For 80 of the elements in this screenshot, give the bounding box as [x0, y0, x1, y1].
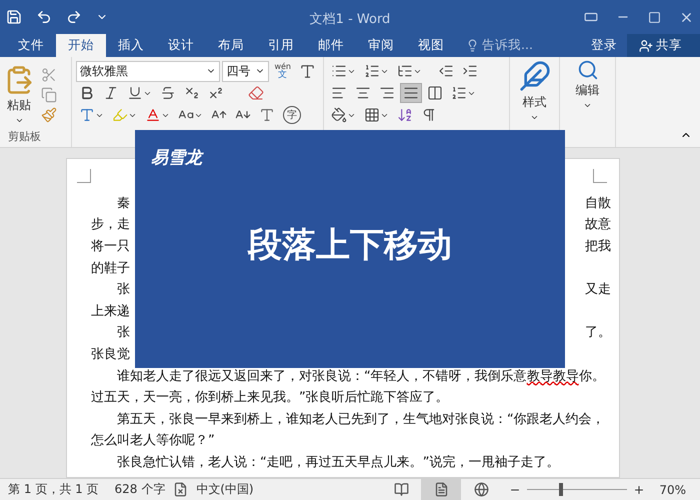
- body-text-fragment: 自散: [585, 194, 611, 212]
- borders-icon: [364, 107, 380, 124]
- share-button[interactable]: 共享: [627, 34, 700, 58]
- body-text-fragment: 故意: [585, 216, 611, 234]
- margin-corner-mark: [593, 169, 607, 183]
- cut-icon: [41, 67, 57, 84]
- body-text-fragment: 了。: [585, 324, 611, 342]
- body-text-line: 张: [116, 324, 130, 342]
- view-icon: [434, 482, 449, 497]
- zoom-level[interactable]: 70%: [645, 482, 700, 496]
- editing-button[interactable]: 编辑: [564, 60, 611, 110]
- maximize-icon[interactable]: [648, 10, 661, 24]
- ribbon-tab[interactable]: 邮件: [306, 34, 356, 58]
- styles-button[interactable]: 样式: [514, 60, 555, 122]
- body-text: 谁知老人走了很远又返回来了，对张良说：“年轻人，不错呀，我倒乐意: [117, 368, 527, 384]
- phonetic-guide-button[interactable]: wén 文: [271, 61, 294, 82]
- underline-icon: [127, 85, 143, 102]
- body-text-line: 步，走: [91, 216, 130, 234]
- line-spacing-icon: [451, 85, 467, 102]
- alignment-icon: [427, 85, 443, 102]
- body-text-line: 张: [116, 281, 130, 298]
- view-icon: [394, 482, 409, 497]
- body-text-line: 张良急忙认错，老人说：“走吧，再过五天早点儿来。”说完，一甩袖子走了。: [116, 454, 560, 471]
- zoom-thumb[interactable]: [559, 483, 564, 496]
- brand-logo: 易雪龙: [151, 147, 202, 169]
- sign-in-link[interactable]: 登录: [581, 34, 627, 58]
- word-count[interactable]: 628 个字: [106, 481, 174, 498]
- body-text-line: 上来递: [91, 302, 130, 320]
- font-size-field[interactable]: 四号: [222, 60, 270, 82]
- search-icon: [576, 59, 598, 82]
- margin-corner-mark: [77, 169, 91, 183]
- ribbon-tab[interactable]: 布局: [206, 34, 256, 58]
- save-icon[interactable]: [6, 9, 22, 26]
- font-color-icon: [145, 107, 161, 124]
- tell-me-field[interactable]: 告诉我...: [456, 34, 543, 58]
- paste-button[interactable]: 粘贴: [4, 65, 34, 126]
- lightbulb-icon: [466, 39, 479, 52]
- body-text-line: 怎么叫老人等你呢？”: [91, 432, 215, 450]
- sort-icon: [397, 107, 413, 124]
- redo-icon[interactable]: [66, 9, 82, 26]
- highlighter-icon: [112, 107, 128, 124]
- body-text-fragment: 把我: [585, 238, 611, 255]
- body-text-fragment: 又走: [585, 281, 611, 298]
- ribbon-tab[interactable]: 插入: [106, 34, 156, 58]
- page-count[interactable]: 第 1 页，共 1 页: [0, 481, 107, 498]
- font-name-field[interactable]: 微软雅黑: [76, 60, 220, 82]
- strikethrough-icon: [160, 85, 176, 102]
- body-text-line: 将一只: [91, 238, 130, 255]
- view-button[interactable]: [421, 479, 462, 500]
- body-text-line: 张良觉: [91, 346, 130, 363]
- body-text-line: 过五天，天一亮，你到桥上来见我。”张良听后忙跪下答应了。: [91, 389, 449, 406]
- ribbon-tab[interactable]: 视图: [406, 34, 456, 58]
- italic-icon: [103, 85, 119, 102]
- ribbon-tab[interactable]: 审阅: [356, 34, 406, 58]
- ribbon-tab[interactable]: 开始: [56, 34, 106, 58]
- card-heading: 段落上下移动: [248, 224, 452, 267]
- view-icon: [474, 482, 489, 497]
- clear-formatting-icon: [248, 85, 264, 102]
- zoom-in-icon[interactable]: [633, 484, 646, 496]
- body-text-line: 第五天，张良一早来到桥上，谁知老人已先到了，生气地对张良说：“你跟老人约会，: [116, 410, 605, 428]
- bold-icon: [79, 85, 95, 102]
- alignment-button[interactable]: [400, 83, 422, 104]
- body-text-line: 秦: [116, 194, 130, 212]
- ribbon-tab[interactable]: 引用: [256, 34, 306, 58]
- misspelled-text: 教导教导: [526, 368, 579, 384]
- body-text-line: 的鞋子: [91, 260, 130, 277]
- person-add-icon: [639, 38, 653, 53]
- body-text: 你。: [578, 368, 605, 384]
- format-painter-icon: [41, 107, 57, 124]
- ribbon-tab[interactable]: 文件: [6, 34, 56, 58]
- proofing-icon[interactable]: [173, 482, 188, 497]
- language-label[interactable]: 中文(中国): [188, 481, 262, 498]
- shading-icon: [331, 107, 347, 124]
- ribbon-tab[interactable]: 设计: [156, 34, 206, 58]
- group-label: 剪贴板: [8, 129, 41, 144]
- copy-icon: [41, 87, 57, 104]
- numbering-icon: [364, 63, 380, 80]
- show-marks-icon: [421, 107, 437, 124]
- window-title: 文档1 - Word: [308, 11, 392, 28]
- undo-icon[interactable]: [36, 9, 52, 26]
